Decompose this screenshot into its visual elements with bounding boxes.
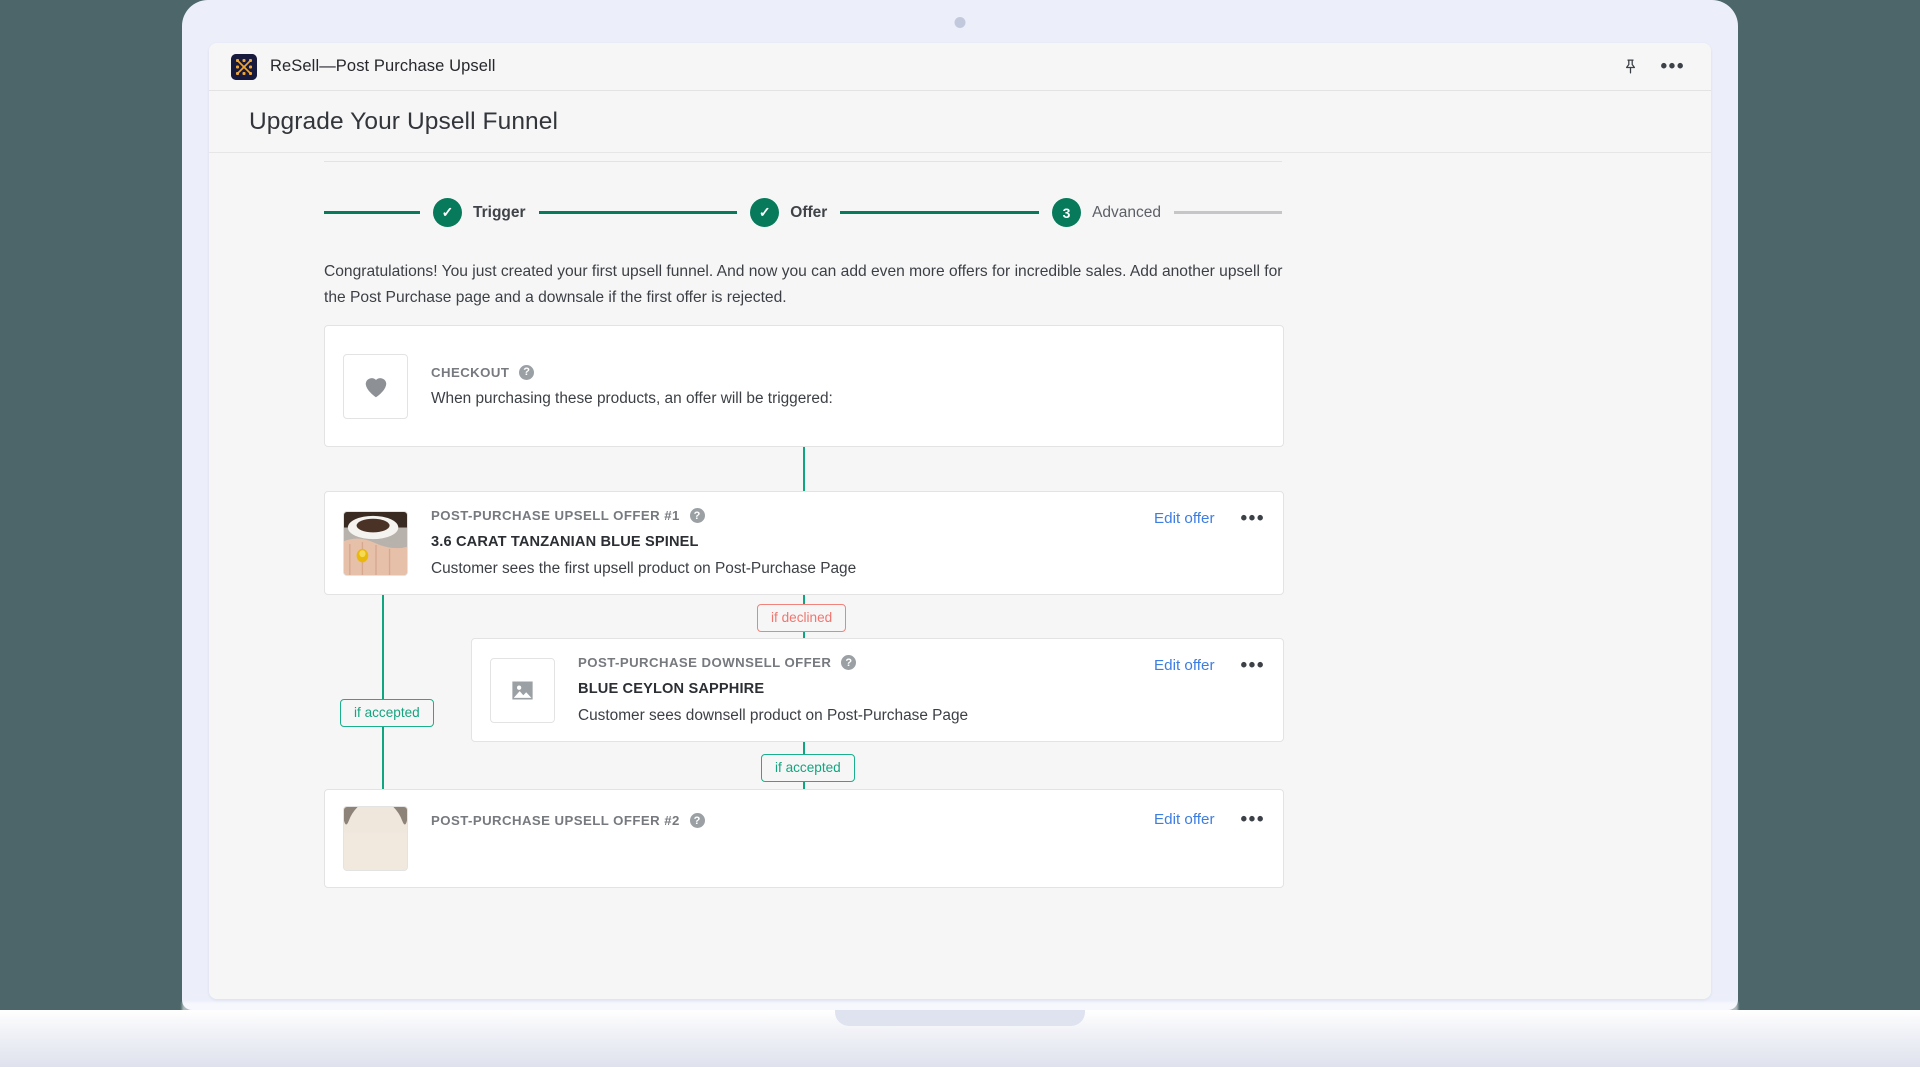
more-menu-icon-upsell-2[interactable]: •••: [1241, 810, 1265, 829]
help-icon-checkout[interactable]: ?: [519, 364, 535, 380]
card-checkout-body: CHECKOUT ? When purchasing these product…: [431, 364, 1265, 408]
content-divider: [324, 161, 1282, 162]
page-content: ✓ Trigger ✓ Offer 3 Advanced Congratulat…: [209, 153, 1711, 999]
card-upsell-2-eyebrow-text: POST-PURCHASE UPSELL OFFER #2: [431, 813, 680, 828]
stepper-line-2: [840, 211, 1040, 214]
card-checkout-eyebrow: CHECKOUT ?: [431, 364, 1265, 380]
stepper-label-advanced: Advanced: [1092, 203, 1162, 221]
more-menu-icon-downsell[interactable]: •••: [1241, 656, 1265, 675]
app-logo-icon: [231, 53, 257, 80]
card-downsell-offer: POST-PURCHASE DOWNSELL OFFER ? BLUE CEYL…: [471, 638, 1284, 742]
pin-icon[interactable]: [1622, 58, 1639, 75]
card-upsell-1-eyebrow-text: POST-PURCHASE UPSELL OFFER #1: [431, 508, 680, 523]
stepper-number-badge-advanced: 3: [1052, 198, 1082, 227]
progress-stepper: ✓ Trigger ✓ Offer 3 Advanced: [324, 198, 1283, 227]
laptop-frame: ReSell—Post Purchase Upsell ••• Upgrade …: [182, 0, 1738, 1010]
card-checkout-description: When purchasing these products, an offer…: [431, 389, 833, 407]
stepper-step-advanced[interactable]: 3 Advanced: [1039, 198, 1174, 227]
badge-if-accepted-2: if accepted: [761, 754, 855, 782]
downsell-row: if accepted POST-PURCHASE DOWNSELL OFFER…: [324, 638, 1284, 823]
heart-icon-thumbnail: [343, 353, 408, 419]
card-downsell-description: Customer sees downsell product on Post-P…: [578, 707, 969, 724]
stepper-check-icon-offer: ✓: [750, 198, 780, 227]
badge-if-accepted-1: if accepted: [340, 699, 434, 727]
product-thumbnail-offer-1: [343, 510, 408, 576]
stepper-check-icon-trigger: ✓: [433, 198, 462, 227]
card-checkout-eyebrow-text: CHECKOUT: [431, 364, 510, 380]
app-titlebar: ReSell—Post Purchase Upsell •••: [209, 43, 1711, 91]
laptop-base: [0, 1010, 1920, 1067]
connector-checkout-to-offer1: [324, 447, 1284, 491]
webcam-dot: [954, 17, 966, 28]
stepper-step-trigger[interactable]: ✓ Trigger: [420, 198, 539, 227]
card-upsell-1-product-name: 3.6 CARAT TANZANIAN BLUE SPINEL: [431, 534, 699, 550]
edit-offer-link-upsell-2[interactable]: Edit offer: [1154, 811, 1215, 828]
more-menu-icon-upsell-1[interactable]: •••: [1241, 509, 1265, 528]
card-upsell-2-body: POST-PURCHASE UPSELL OFFER #2 ?: [431, 806, 1154, 828]
stepper-line-1: [538, 211, 738, 214]
card-downsell-actions: Edit offer •••: [1154, 656, 1265, 675]
card-upsell-2-eyebrow: POST-PURCHASE UPSELL OFFER #2 ?: [431, 813, 1154, 828]
help-icon-upsell-1[interactable]: ?: [689, 508, 705, 523]
card-checkout: CHECKOUT ? When purchasing these product…: [324, 325, 1284, 447]
connector-line: [803, 447, 805, 491]
card-upsell-1-actions: Edit offer •••: [1154, 509, 1265, 528]
card-downsell-eyebrow-text: POST-PURCHASE DOWNSELL OFFER: [578, 655, 832, 670]
intro-paragraph: Congratulations! You just created your f…: [324, 263, 1283, 306]
connector-offer1-branch: if declined: [324, 595, 1284, 638]
help-icon-downsell[interactable]: ?: [841, 655, 857, 670]
card-upsell-2-actions: Edit offer •••: [1154, 810, 1265, 829]
window-more-menu-icon[interactable]: •••: [1661, 57, 1685, 76]
app-title: ReSell—Post Purchase Upsell: [270, 57, 496, 75]
stepper-label-trigger: Trigger: [473, 203, 526, 221]
card-downsell-eyebrow: POST-PURCHASE DOWNSELL OFFER ?: [578, 655, 1154, 670]
card-downsell-product-name: BLUE CEYLON SAPPHIRE: [578, 681, 765, 697]
stepper-line-3: [1174, 211, 1283, 214]
edit-offer-link-downsell[interactable]: Edit offer: [1154, 657, 1215, 674]
stepper-line-0: [324, 211, 420, 214]
card-upsell-offer-2: POST-PURCHASE UPSELL OFFER #2 ? Edit off…: [324, 789, 1284, 888]
help-icon-upsell-2[interactable]: ?: [689, 813, 705, 828]
card-upsell-offer-1: POST-PURCHASE UPSELL OFFER #1 ? 3.6 CARA…: [324, 491, 1284, 595]
product-thumbnail-offer-2: [343, 806, 408, 871]
badge-if-declined: if declined: [757, 604, 847, 632]
card-downsell-body: POST-PURCHASE DOWNSELL OFFER ? BLUE CEYL…: [578, 655, 1154, 725]
page-title: Upgrade Your Upsell Funnel: [249, 107, 559, 135]
edit-offer-link-upsell-1[interactable]: Edit offer: [1154, 510, 1215, 527]
image-placeholder-icon-downsell: [490, 657, 555, 723]
connector-line-accepted-left-3: [382, 742, 384, 789]
card-upsell-1-body: POST-PURCHASE UPSELL OFFER #1 ? 3.6 CARA…: [431, 508, 1154, 578]
card-upsell-1-eyebrow: POST-PURCHASE UPSELL OFFER #1 ?: [431, 508, 1154, 523]
funnel-flow: CHECKOUT ? When purchasing these product…: [324, 325, 1284, 888]
card-upsell-1-description: Customer sees the first upsell product o…: [431, 560, 857, 577]
stepper-step-offer[interactable]: ✓ Offer: [737, 198, 840, 227]
app-window: ReSell—Post Purchase Upsell ••• Upgrade …: [209, 43, 1711, 999]
connector-line-accepted-left: [382, 595, 384, 638]
page-header: Upgrade Your Upsell Funnel: [209, 91, 1711, 153]
stepper-label-offer: Offer: [790, 203, 828, 221]
connector-downsell-to-offer2: if accepted: [324, 742, 1284, 789]
